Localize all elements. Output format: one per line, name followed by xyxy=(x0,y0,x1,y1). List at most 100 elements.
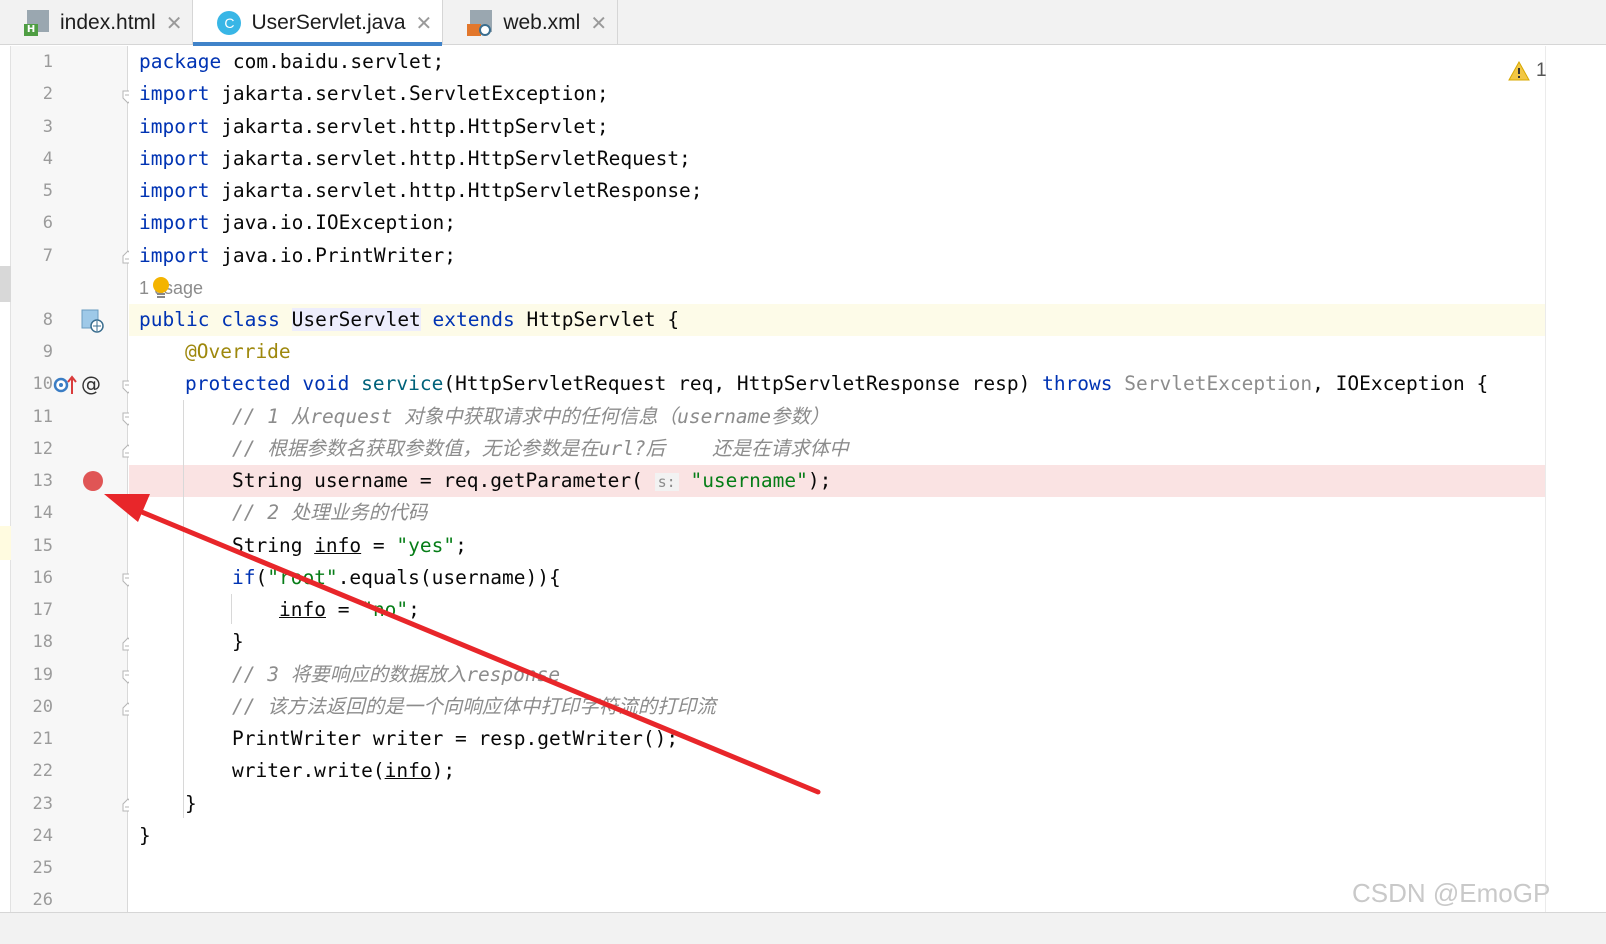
close-icon[interactable]: ✕ xyxy=(416,11,433,35)
lightbulb-icon[interactable] xyxy=(151,276,171,302)
variable: info xyxy=(314,534,362,557)
string-literal: "root" xyxy=(267,566,338,589)
code-editor[interactable]: package com.baidu.servlet; import jakart… xyxy=(129,46,1547,912)
line-number: 23 xyxy=(32,794,53,814)
line-number: 22 xyxy=(32,761,53,781)
import-path: jakarta.servlet.ServletException; xyxy=(209,82,609,105)
left-strip-marker xyxy=(0,526,11,560)
code-line-9: @Override xyxy=(185,336,291,368)
tab-web-xml[interactable]: web.xml ✕ xyxy=(443,0,619,45)
breakpoint-icon[interactable] xyxy=(81,470,105,494)
left-strip-marker xyxy=(0,266,11,302)
error-stripe[interactable] xyxy=(1545,46,1606,912)
method-call: writer.write( xyxy=(232,759,385,782)
line-number: 11 xyxy=(32,407,53,427)
line-number: 2 xyxy=(42,84,53,104)
code-line-5: import jakarta.servlet.http.HttpServletR… xyxy=(139,175,703,207)
code-line-23: } xyxy=(185,792,197,815)
line-number: 5 xyxy=(42,181,53,201)
variable: info xyxy=(384,759,432,782)
tab-userservlet-java[interactable]: C UserServlet.java ✕ xyxy=(193,0,444,46)
overrides-method-icon[interactable] xyxy=(53,374,79,396)
code-line-19: // 3 将要响应的数据放入response xyxy=(232,663,561,686)
code-line-12: // 根据参数名获取参数值，无论参数是在url?后 还是在请求体中 xyxy=(232,437,849,460)
code-line-1: package com.baidu.servlet; xyxy=(139,46,444,78)
code-line-22: writer.write(info); xyxy=(232,755,455,787)
import-path: jakarta.servlet.http.HttpServletResponse… xyxy=(209,179,703,202)
string-literal: "yes" xyxy=(396,534,456,557)
line-number: 14 xyxy=(32,503,53,523)
keyword: class xyxy=(221,308,280,331)
code-line-13: String username = req.getParameter( s: "… xyxy=(232,465,831,497)
code-line-16: if("root".equals(username)){ xyxy=(232,562,561,594)
keyword: if xyxy=(232,566,256,589)
statement-end: ); xyxy=(807,469,832,492)
usage-hint[interactable]: 1 usage xyxy=(139,272,203,304)
code-line-11: // 1 从request 对象中获取请求中的任何信息（username参数） xyxy=(232,405,830,428)
package-name: com.baidu.servlet; xyxy=(221,50,445,73)
line-number: 9 xyxy=(42,342,53,362)
code-line-20: // 该方法返回的是一个向响应体中打印字符流的打印流 xyxy=(232,695,716,718)
line-number: 13 xyxy=(32,471,53,491)
code-line-14: // 2 处理业务的代码 xyxy=(232,501,428,524)
paren: ( xyxy=(255,566,268,589)
html-file-icon: H xyxy=(24,9,50,36)
indent-guide xyxy=(231,594,232,624)
warning-triangle-icon xyxy=(1508,61,1530,81)
import-path: java.io.PrintWriter; xyxy=(209,244,456,267)
line-number: 16 xyxy=(32,568,53,588)
parent-class: HttpServlet { xyxy=(514,308,680,331)
string-literal: "username" xyxy=(690,469,808,492)
variable: info xyxy=(279,598,326,621)
import-path: jakarta.servlet.http.HttpServlet; xyxy=(209,115,609,138)
indent-guide xyxy=(183,400,184,818)
warning-count: 1 xyxy=(1536,60,1547,81)
code-line-17: info = "no"; xyxy=(279,594,420,626)
keyword: void xyxy=(302,372,350,395)
class-name: UserServlet xyxy=(291,308,421,331)
servlet-mapping-icon[interactable] xyxy=(81,309,105,333)
keyword: import xyxy=(139,82,210,105)
line-number: 24 xyxy=(32,826,53,846)
line-number: 7 xyxy=(42,246,53,266)
keyword: import xyxy=(139,179,210,202)
code-line-2: import jakarta.servlet.ServletException; xyxy=(139,78,609,110)
close-icon[interactable]: ✕ xyxy=(166,11,183,35)
tab-index-html[interactable]: H index.html ✕ xyxy=(0,0,194,45)
line-number-gutter[interactable]: 1 2 3 4 5 6 7 8 9 10 11 12 13 14 15 16 1… xyxy=(11,46,128,912)
line-number: 4 xyxy=(42,149,53,169)
code-line-15: String info = "yes"; xyxy=(232,530,467,562)
import-path: jakarta.servlet.http.HttpServletRequest; xyxy=(209,147,691,170)
exception-list: , IOException { xyxy=(1312,372,1489,395)
code-line-18: } xyxy=(232,630,244,653)
inspection-widget[interactable]: 1 xyxy=(1508,60,1547,82)
line-number: 20 xyxy=(32,697,53,717)
operator: = xyxy=(361,534,397,557)
keyword: public xyxy=(139,308,210,331)
keyword: import xyxy=(139,211,210,234)
statement-end: ); xyxy=(431,759,456,782)
close-icon[interactable]: ✕ xyxy=(590,11,607,35)
code-line-10: protected void service(HttpServletReques… xyxy=(185,368,1488,400)
statement-end: ; xyxy=(408,598,420,621)
statement: String username = req.getParameter( xyxy=(232,469,655,492)
tab-label: index.html xyxy=(60,10,156,34)
line-number: 15 xyxy=(32,536,53,556)
line-number: 19 xyxy=(32,665,53,685)
xml-file-icon xyxy=(467,9,493,36)
line-number: 12 xyxy=(32,439,53,459)
line-number: 17 xyxy=(32,600,53,620)
import-path: java.io.IOException; xyxy=(209,211,456,234)
java-class-icon: C xyxy=(217,10,242,35)
operator: = xyxy=(325,598,362,621)
line-number: 21 xyxy=(32,729,53,749)
override-annotation-icon[interactable]: @ xyxy=(81,368,101,400)
code-line-7: import java.io.PrintWriter; xyxy=(139,240,456,272)
keyword: throws xyxy=(1042,372,1113,395)
editor-tab-bar: H index.html ✕ C UserServlet.java ✕ web.… xyxy=(0,0,1606,46)
line-number: 25 xyxy=(32,858,53,878)
unused-exception: ServletException xyxy=(1124,372,1313,395)
method-call: .equals(username)){ xyxy=(337,566,561,589)
parameter-hint: s: xyxy=(654,473,679,491)
method-params: (HttpServletRequest req, HttpServletResp… xyxy=(443,372,1043,395)
